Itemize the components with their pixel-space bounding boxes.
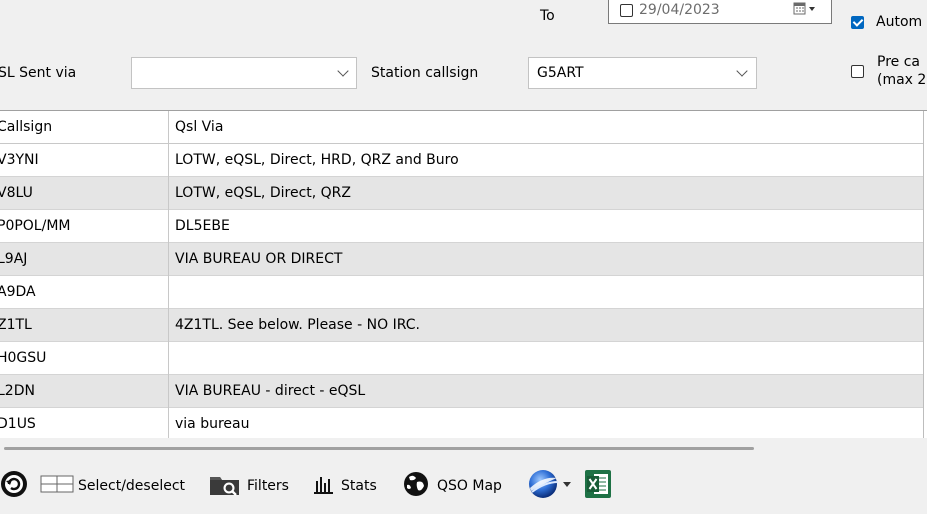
callsign-cell: P0POL/MM [0,218,71,234]
station-callsign-value: G5ART [537,65,584,81]
table-row[interactable]: V3YNI LOTW, eQSL, Direct, HRD, QRZ and B… [0,144,923,177]
calendar-icon[interactable] [793,2,821,16]
qsl-via-cell: DL5EBE [175,218,230,234]
qsl-grid[interactable]: Callsign Qsl Via V3YNI LOTW, eQSL, Direc… [0,110,927,438]
callsign-cell: L2DN [0,383,35,399]
station-callsign-combo[interactable]: G5ART [528,57,757,89]
callsign-cell: A9DA [0,284,36,300]
qsl-sent-via-combo[interactable] [131,57,357,89]
qsl-via-cell [175,276,915,308]
globe-icon [401,470,431,502]
to-date-value: 29/04/2023 [639,2,720,18]
callsign-cell: L9AJ [0,251,28,267]
filters-label: Filters [247,478,289,494]
qsl-via-cell [175,342,915,374]
select-deselect-label: Select/deselect [78,478,186,494]
bar-chart-icon [313,473,335,499]
qsl-via-cell: LOTW, eQSL, Direct, QRZ [175,185,351,201]
excel-export-button[interactable] [583,469,613,503]
qso-map-button[interactable]: QSO Map [401,472,502,500]
bottom-toolbar: Select/deselect Filters Stats QSO Map [0,458,927,514]
grid-icon [40,474,74,498]
table-row[interactable]: H0GSU [0,342,923,375]
grid-right-edge [923,111,924,438]
table-row[interactable]: L2DN VIA BUREAU - direct - eQSL [0,375,923,408]
column-header-qsl-via[interactable]: Qsl Via [175,111,915,143]
qsl-via-cell: VIA BUREAU - direct - eQSL [175,383,366,399]
qsl-via-cell: VIA BUREAU OR DIRECT [175,251,343,267]
google-earth-icon [527,468,575,504]
callsign-cell: Z1TL [0,317,32,333]
pre-checkbox[interactable] [851,65,864,78]
refresh-button[interactable] [0,470,30,502]
callsign-cell: V3YNI [0,152,39,168]
to-date-picker[interactable]: 29/04/2023 [608,0,832,24]
column-divider[interactable] [168,111,169,438]
to-label: To [540,8,555,24]
excel-icon [583,469,613,503]
pre-label-line2: (max 2 [877,72,927,88]
pre-label-line1: Pre ca [877,54,920,70]
filters-button[interactable]: Filters [209,472,289,500]
column-header-callsign[interactable]: Callsign [0,111,165,143]
table-row[interactable]: A9DA [0,276,923,309]
table-row[interactable]: Z1TL 4Z1TL. See below. Please - NO IRC. [0,309,923,342]
refresh-icon [0,470,30,502]
to-date-checkbox[interactable] [620,4,633,17]
stats-label: Stats [341,478,377,494]
station-callsign-label: Station callsign [371,65,479,81]
grid-header: Callsign Qsl Via [0,111,923,144]
qsl-sent-via-label: SL Sent via [0,65,77,81]
automatic-checkbox[interactable] [851,16,864,29]
table-row[interactable]: D1US via bureau [0,408,923,438]
callsign-cell: D1US [0,416,36,432]
qsl-via-cell: via bureau [175,416,250,432]
qsl-via-cell: 4Z1TL. See below. Please - NO IRC. [175,317,420,333]
qso-map-label: QSO Map [437,478,502,494]
chevron-down-icon [337,65,349,77]
chevron-down-icon [736,65,748,77]
qsl-via-cell: LOTW, eQSL, Direct, HRD, QRZ and Buro [175,152,459,168]
select-deselect-button[interactable]: Select/deselect [40,472,185,500]
folder-search-icon [209,471,241,501]
callsign-cell: H0GSU [0,350,47,366]
table-row[interactable]: P0POL/MM DL5EBE [0,210,923,243]
google-earth-button[interactable] [527,470,575,500]
table-row[interactable]: V8LU LOTW, eQSL, Direct, QRZ [0,177,923,210]
table-row[interactable]: L9AJ VIA BUREAU OR DIRECT [0,243,923,276]
automatic-label: Autom [876,14,923,30]
stats-button[interactable]: Stats [313,472,377,500]
callsign-cell: V8LU [0,185,33,201]
horizontal-scrollbar[interactable] [4,447,754,450]
